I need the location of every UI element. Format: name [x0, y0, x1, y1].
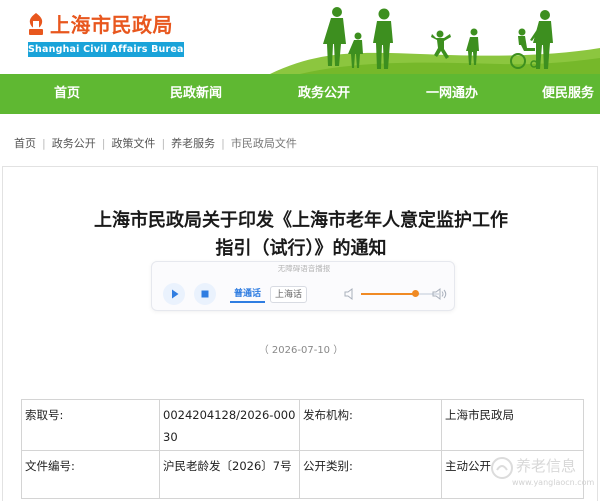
- volume-slider[interactable]: [361, 290, 439, 297]
- audio-player: 无障碍语音播报 普通话 上海话: [151, 261, 455, 311]
- stop-button[interactable]: [194, 283, 216, 305]
- breadcrumb-elderly-services[interactable]: 养老服务: [171, 136, 215, 152]
- breadcrumb-bureau-docs[interactable]: 市民政局文件: [231, 136, 297, 152]
- nav-item-one-net[interactable]: 一网通办: [410, 74, 494, 114]
- article-title-line-1: 上海市民政局关于印发《上海市老年人意定监护工作: [94, 210, 508, 231]
- watermark-text: 养老信息: [516, 457, 577, 475]
- player-hint: 无障碍语音播报: [277, 264, 331, 273]
- breadcrumb-separator: |: [161, 137, 166, 150]
- publish-date: （ 2026-07-10 ）: [258, 345, 344, 356]
- site-header: 上海市民政局 Shanghai Civil Affairs Bureau: [0, 0, 600, 74]
- nav-item-home[interactable]: 首页: [34, 74, 100, 114]
- value-publisher: 上海市民政局: [441, 399, 584, 451]
- nav-item-services[interactable]: 便民服务: [538, 74, 600, 114]
- logo-emblem-icon: [29, 13, 43, 35]
- breadcrumb-separator: |: [221, 137, 225, 150]
- volume-slider-handle[interactable]: [412, 290, 420, 297]
- value-index-number: 0024204128/2026-00030: [159, 399, 300, 451]
- stop-icon: [201, 290, 209, 298]
- label-publisher: 发布机构:: [299, 399, 442, 451]
- label-document-number: 文件编号:: [21, 450, 160, 499]
- site-name-en: Shanghai Civil Affairs Bureau: [28, 42, 191, 57]
- play-button[interactable]: [163, 283, 185, 305]
- value-document-number: 沪民老龄发〔2026〕7号: [159, 450, 300, 499]
- breadcrumb-home[interactable]: 首页: [14, 136, 36, 152]
- watermark-url: www.yanglaocn.com: [512, 478, 595, 487]
- voice-option-shanghainese[interactable]: 上海话: [270, 286, 308, 303]
- watermark: 养老信息 www.yanglaocn.com: [486, 452, 596, 498]
- label-disclosure-category: 公开类别:: [299, 450, 442, 499]
- article-title: 上海市民政局关于印发《上海市老年人意定监护工作 指引（试行）》的通知: [3, 207, 599, 263]
- breadcrumb-separator: |: [42, 137, 46, 150]
- volume-low-icon[interactable]: [344, 287, 356, 301]
- nav-item-gov-affairs[interactable]: 政务公开: [282, 74, 366, 114]
- article-title-line-2: 指引（试行）》的通知: [215, 238, 387, 259]
- watermark-logo-icon: [491, 457, 513, 479]
- breadcrumb-policy-docs[interactable]: 政策文件: [111, 136, 155, 152]
- breadcrumb-gov-affairs[interactable]: 政务公开: [52, 136, 96, 152]
- label-index-number: 索取号:: [21, 399, 160, 451]
- table-row: 索取号: 0024204128/2026-00030 发布机构: 上海市民政局: [21, 399, 584, 451]
- voice-option-mandarin[interactable]: 普通话: [230, 286, 266, 303]
- breadcrumb: 首页 | 政务公开 | 政策文件 | 养老服务 | 市民政局文件: [14, 136, 297, 152]
- nav-item-news[interactable]: 民政新闻: [154, 74, 238, 114]
- main-nav: 首页 民政新闻 政务公开 一网通办 便民服务: [0, 74, 600, 114]
- site-name-cn: 上海市民政局: [50, 13, 173, 37]
- play-icon: [172, 289, 179, 299]
- volume-slider-fill: [361, 293, 416, 295]
- breadcrumb-separator: |: [101, 137, 106, 150]
- volume-high-icon[interactable]: [432, 287, 448, 301]
- article-card: 上海市民政局关于印发《上海市老年人意定监护工作 指引（试行）》的通知 无障碍语音…: [2, 166, 598, 501]
